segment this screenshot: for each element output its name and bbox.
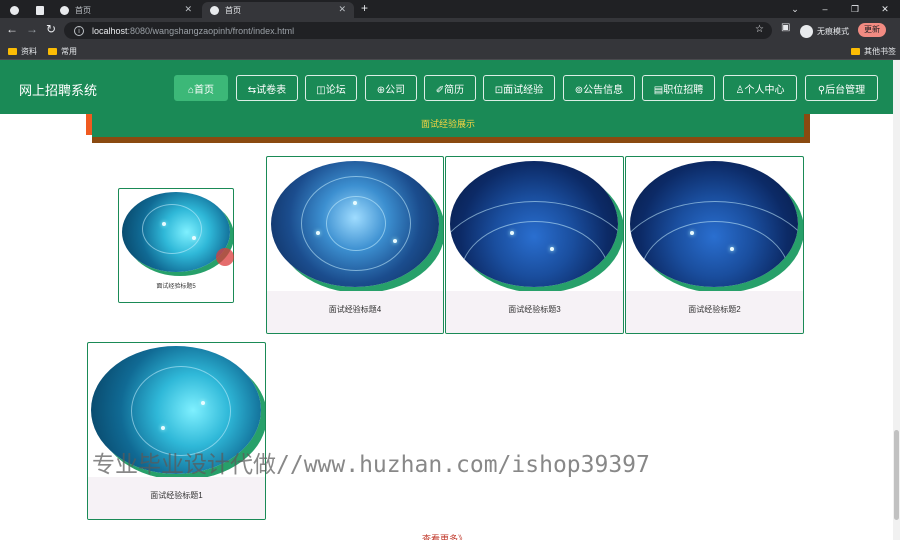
incognito-label: 无痕模式 — [817, 27, 849, 36]
nav-company[interactable]: ⊕公司 — [365, 75, 417, 101]
node-dot — [393, 239, 397, 243]
card-caption[interactable]: 面试经验标题2 — [626, 291, 803, 333]
hover-cursor-indicator — [216, 248, 234, 266]
site-header: 网上招聘系统 ⌂首页 ⇆试卷表 ◫论坛 ⊕公司 ✐简历 ⊡面试经验 ⊚公告信息 … — [0, 60, 893, 114]
network-graphic — [131, 366, 231, 456]
node-dot — [201, 401, 205, 405]
side-panel-icon[interactable]: ▣ — [781, 22, 790, 33]
node-dot — [316, 231, 320, 235]
node-dot — [510, 231, 514, 235]
node-dot — [353, 201, 357, 205]
experience-card[interactable]: 面试经验标题5 — [118, 188, 234, 303]
page-icon — [36, 5, 44, 15]
browser-tab-pinned-2[interactable] — [28, 2, 50, 18]
close-icon[interactable]: ✕ — [184, 4, 192, 15]
incognito-indicator[interactable]: 无痕模式 — [800, 25, 849, 38]
close-icon[interactable]: ✕ — [338, 4, 346, 15]
card-image[interactable] — [450, 161, 618, 287]
browser-tab-bar: 首页 ✕ 首页 ✕ + ⌄ – ❐ ✕ — [0, 0, 900, 18]
nav-notice[interactable]: ⊚公告信息 — [563, 75, 635, 101]
incognito-icon — [800, 25, 813, 38]
experience-card[interactable]: 面试经验标题1 — [87, 342, 266, 520]
bookmark-folder-ziliao[interactable]: 资料 — [8, 46, 37, 57]
forward-icon[interactable]: → — [26, 22, 38, 36]
folder-icon — [8, 48, 17, 55]
browser-tab-home-active[interactable]: 首页 ✕ — [202, 2, 354, 18]
tab-title: 首页 — [75, 5, 91, 15]
url-host: localhost — [92, 25, 128, 36]
bookmarks-bar: 资料 常用 其他书签 — [0, 42, 900, 60]
card-caption[interactable]: 面试经验标题4 — [267, 291, 443, 333]
card-caption[interactable]: 面试经验标题5 — [119, 277, 233, 302]
nav-resume[interactable]: ✐简历 — [424, 75, 476, 101]
folder-icon — [48, 48, 57, 55]
bookmark-star-icon[interactable]: ☆ — [755, 24, 764, 35]
more-link[interactable]: 查看更多》 — [422, 532, 467, 540]
nav-jobs[interactable]: ▤职位招聘 — [642, 75, 715, 101]
window-controls: ⌄ – ❐ ✕ — [780, 0, 900, 18]
watermark-overlay: 专业毕业设计代做//www.huzhan.com/ishop39397 — [92, 452, 650, 478]
tab-title: 首页 — [225, 5, 241, 15]
nav-admin[interactable]: ⚲后台管理 — [805, 75, 878, 101]
page-scrollbar[interactable] — [893, 60, 900, 540]
address-bar-row: ← → ↻ i localhost:8080/wangshangzaopinh/… — [0, 18, 900, 42]
other-bookmarks[interactable]: 其他书签 — [851, 46, 896, 57]
other-bookmarks-label: 其他书签 — [864, 47, 896, 56]
site-info-icon[interactable]: i — [74, 25, 84, 36]
browser-tab-pinned[interactable] — [2, 2, 26, 18]
node-dot — [730, 247, 734, 251]
card-caption[interactable]: 面试经验标题1 — [88, 477, 265, 519]
node-dot — [192, 236, 196, 240]
folder-icon — [851, 48, 860, 55]
globe-icon — [60, 5, 69, 15]
close-window-icon[interactable]: ✕ — [870, 4, 900, 15]
nav-home[interactable]: ⌂首页 — [174, 75, 228, 101]
section-title: 面试经验展示 — [92, 114, 804, 137]
node-dot — [550, 247, 554, 251]
card-image[interactable] — [630, 161, 798, 287]
bookmark-label: 常用 — [61, 47, 77, 56]
globe-icon — [10, 5, 19, 15]
node-dot — [161, 426, 165, 430]
card-caption[interactable]: 面试经验标题3 — [446, 291, 623, 333]
tab-search-icon[interactable]: ⌄ — [780, 4, 810, 15]
url-field[interactable]: i localhost:8080/wangshangzaopinh/front/… — [64, 22, 772, 39]
experience-card[interactable]: 面试经验标题4 — [266, 156, 444, 334]
bookmark-label: 资料 — [21, 47, 37, 56]
node-dot — [162, 222, 166, 226]
back-icon[interactable]: ← — [6, 22, 18, 36]
nav-exam[interactable]: ⇆试卷表 — [236, 75, 298, 101]
url-path: :8080/wangshangzaopinh/front/index.html — [127, 25, 295, 36]
new-tab-button[interactable]: + — [361, 1, 368, 15]
globe-icon — [210, 5, 219, 15]
experience-card[interactable]: 面试经验标题3 — [445, 156, 624, 334]
nav-forum[interactable]: ◫论坛 — [305, 75, 357, 101]
nav-profile[interactable]: ♙个人中心 — [723, 75, 797, 101]
network-graphic — [142, 204, 202, 254]
card-image[interactable] — [271, 161, 439, 287]
section-header: 面试经验展示 — [92, 114, 810, 143]
bookmark-folder-changyong[interactable]: 常用 — [48, 46, 77, 57]
restore-icon[interactable]: ❐ — [840, 4, 870, 15]
site-title: 网上招聘系统 — [19, 83, 98, 98]
reload-icon[interactable]: ↻ — [46, 22, 56, 36]
update-button[interactable]: 更新 — [858, 23, 886, 37]
minimize-icon[interactable]: – — [810, 4, 840, 14]
experience-card[interactable]: 面试经验标题2 — [625, 156, 804, 334]
nav-interview[interactable]: ⊡面试经验 — [483, 75, 555, 101]
browser-tab-home-1[interactable]: 首页 ✕ — [52, 2, 200, 18]
page-viewport: 网上招聘系统 ⌂首页 ⇆试卷表 ◫论坛 ⊕公司 ✐简历 ⊡面试经验 ⊚公告信息 … — [0, 60, 893, 540]
card-image[interactable] — [122, 192, 230, 272]
scrollbar-thumb[interactable] — [894, 430, 899, 520]
node-dot — [690, 231, 694, 235]
